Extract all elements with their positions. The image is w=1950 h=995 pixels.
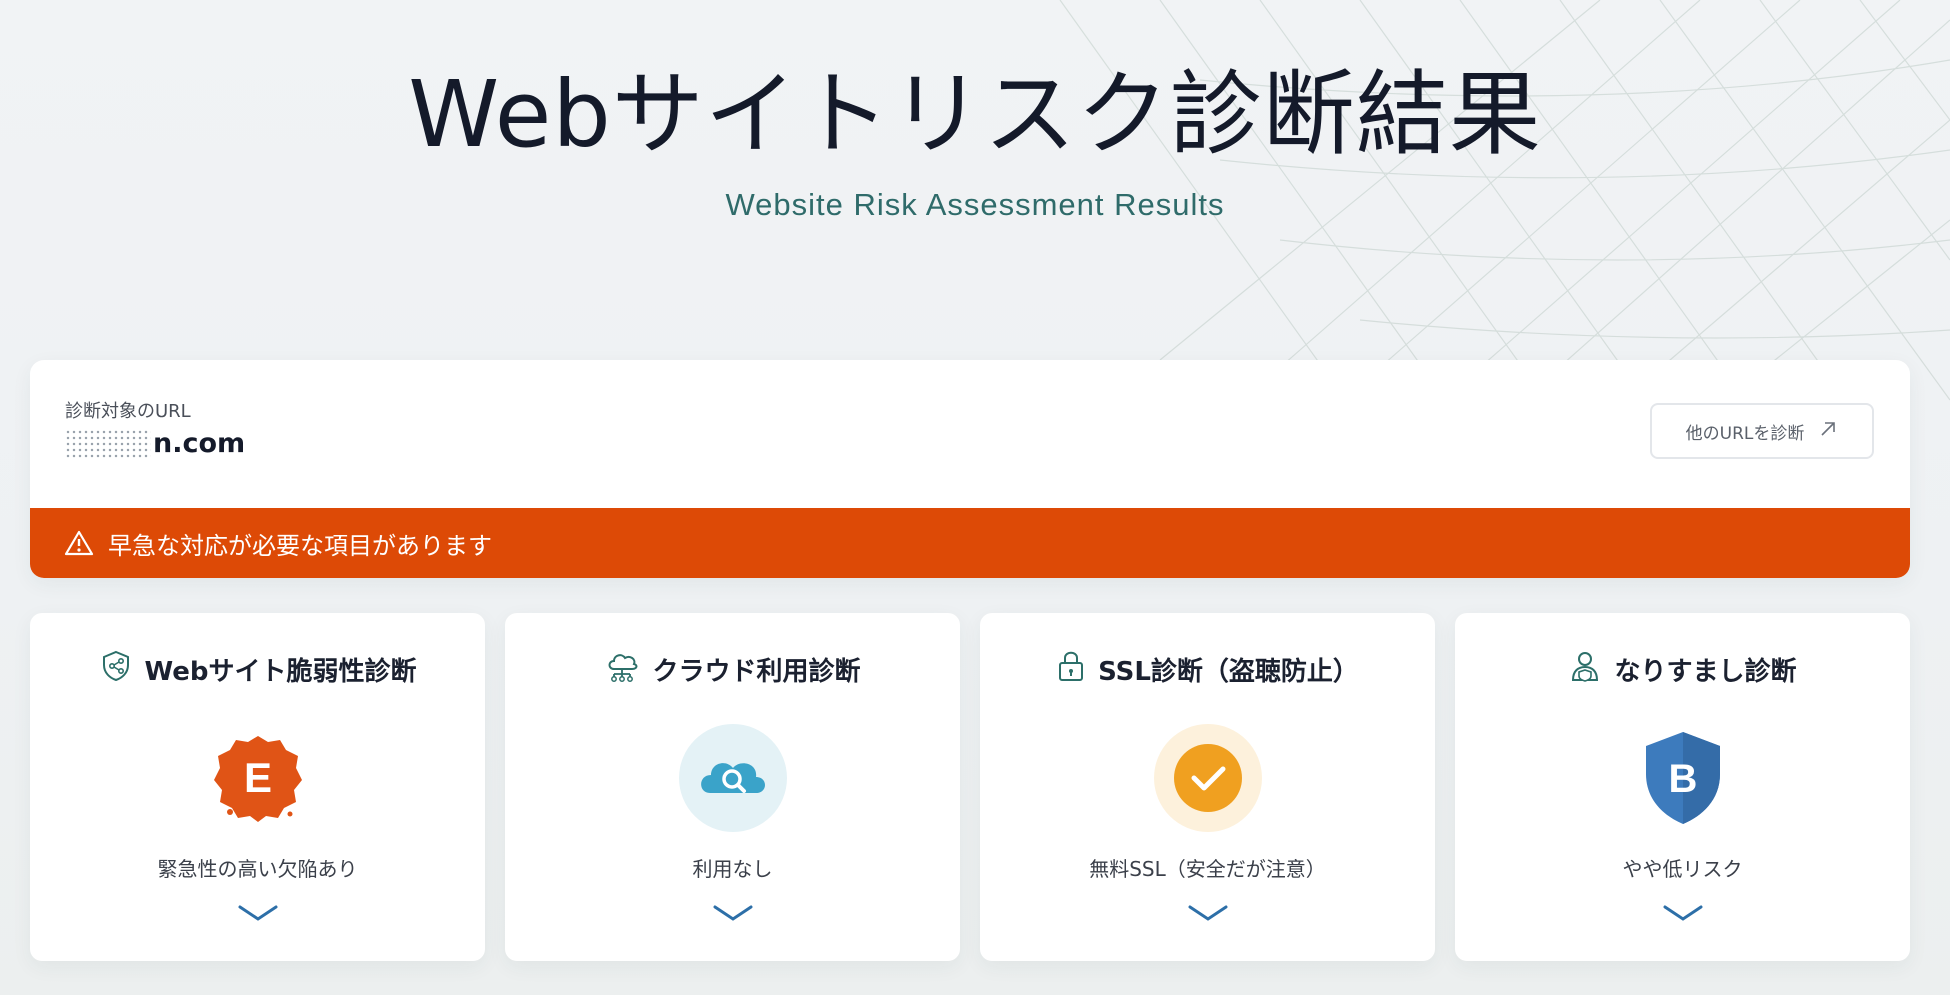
card-status: 緊急性の高い欠陥あり [157,857,358,881]
card-title: SSL診断（盗聴防止） [980,649,1435,690]
grade-e-badge: E [203,723,313,833]
target-url-label: 診断対象のURL [65,401,191,422]
chevron-down-icon[interactable] [237,903,279,923]
grade-e-letter: E [243,754,271,801]
target-url-card: 診断対象のURL n.com 他のURLを診断 早急な対応が必要な項目があります [30,360,1910,578]
diagnose-other-url-label: 他のURLを診断 [1685,423,1805,444]
page-title: Webサイトリスク診断結果 [408,61,1542,168]
card-title-text: クラウド利用診断 [652,657,861,687]
target-url-text: n.com [153,428,246,459]
warning-triangle-icon [64,529,94,557]
page-subtitle: Website Risk Assessment Results [725,187,1225,222]
card-title-text: SSL診断（盗聴防止） [1098,657,1359,687]
card-ssl[interactable]: SSL診断（盗聴防止） 無料SSL（安全だが注意） [980,613,1435,961]
cloud-search-badge [678,723,788,833]
shield-share-icon [99,649,133,690]
user-shield-icon [1568,649,1602,690]
card-title: クラウド利用診断 [505,649,960,690]
cloud-network-icon [604,649,640,690]
grade-b-badge: B [1628,723,1738,833]
external-arrow-icon [1818,419,1838,444]
urgent-alert-banner: 早急な対応が必要な項目があります [30,508,1910,578]
card-status: 利用なし [692,857,773,881]
grade-b-letter: B [1668,757,1697,801]
diagnosis-cards: Webサイト脆弱性診断 E 緊急性の高い欠陥あり クラウド利用診断 利用なし S… [30,613,1910,961]
card-cloud-usage[interactable]: クラウド利用診断 利用なし [505,613,960,961]
hero-header: Webサイトリスク診断結果 Website Risk Assessment Re… [0,55,1950,223]
ssl-check-badge [1153,723,1263,833]
chevron-down-icon[interactable] [712,903,754,923]
card-title-text: なりすまし診断 [1614,657,1797,687]
card-status: 無料SSL（安全だが注意） [1089,857,1326,881]
chevron-down-icon[interactable] [1187,903,1229,923]
card-title: Webサイト脆弱性診断 [30,649,485,690]
card-spoofing[interactable]: なりすまし診断 B やや低リスク [1455,613,1910,961]
lock-icon [1056,649,1086,690]
card-status: やや低リスク [1622,857,1743,881]
diagnose-other-url-button[interactable]: 他のURLを診断 [1650,403,1874,459]
target-url-value: n.com [65,428,245,459]
card-title-text: Webサイト脆弱性診断 [144,657,417,687]
results-page: Webサイトリスク診断結果 Website Risk Assessment Re… [0,0,1950,995]
redacted-url-mask [65,428,151,459]
card-web-vulnerability[interactable]: Webサイト脆弱性診断 E 緊急性の高い欠陥あり [30,613,485,961]
urgent-alert-message: 早急な対応が必要な項目があります [108,531,492,560]
card-title: なりすまし診断 [1455,649,1910,690]
chevron-down-icon[interactable] [1662,903,1704,923]
